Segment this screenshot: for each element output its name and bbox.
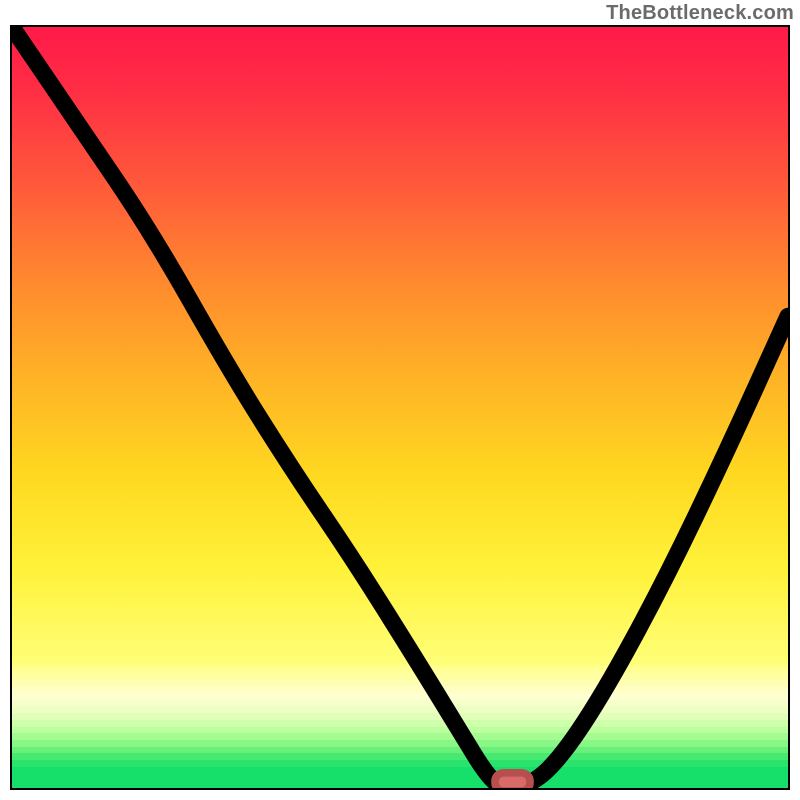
optimal-marker xyxy=(495,773,530,790)
plot-area xyxy=(10,25,790,790)
watermark-text: TheBottleneck.com xyxy=(606,2,794,25)
chart-stage: TheBottleneck.com xyxy=(0,0,800,800)
bottleneck-curve xyxy=(12,27,788,788)
curve-layer xyxy=(12,27,788,788)
